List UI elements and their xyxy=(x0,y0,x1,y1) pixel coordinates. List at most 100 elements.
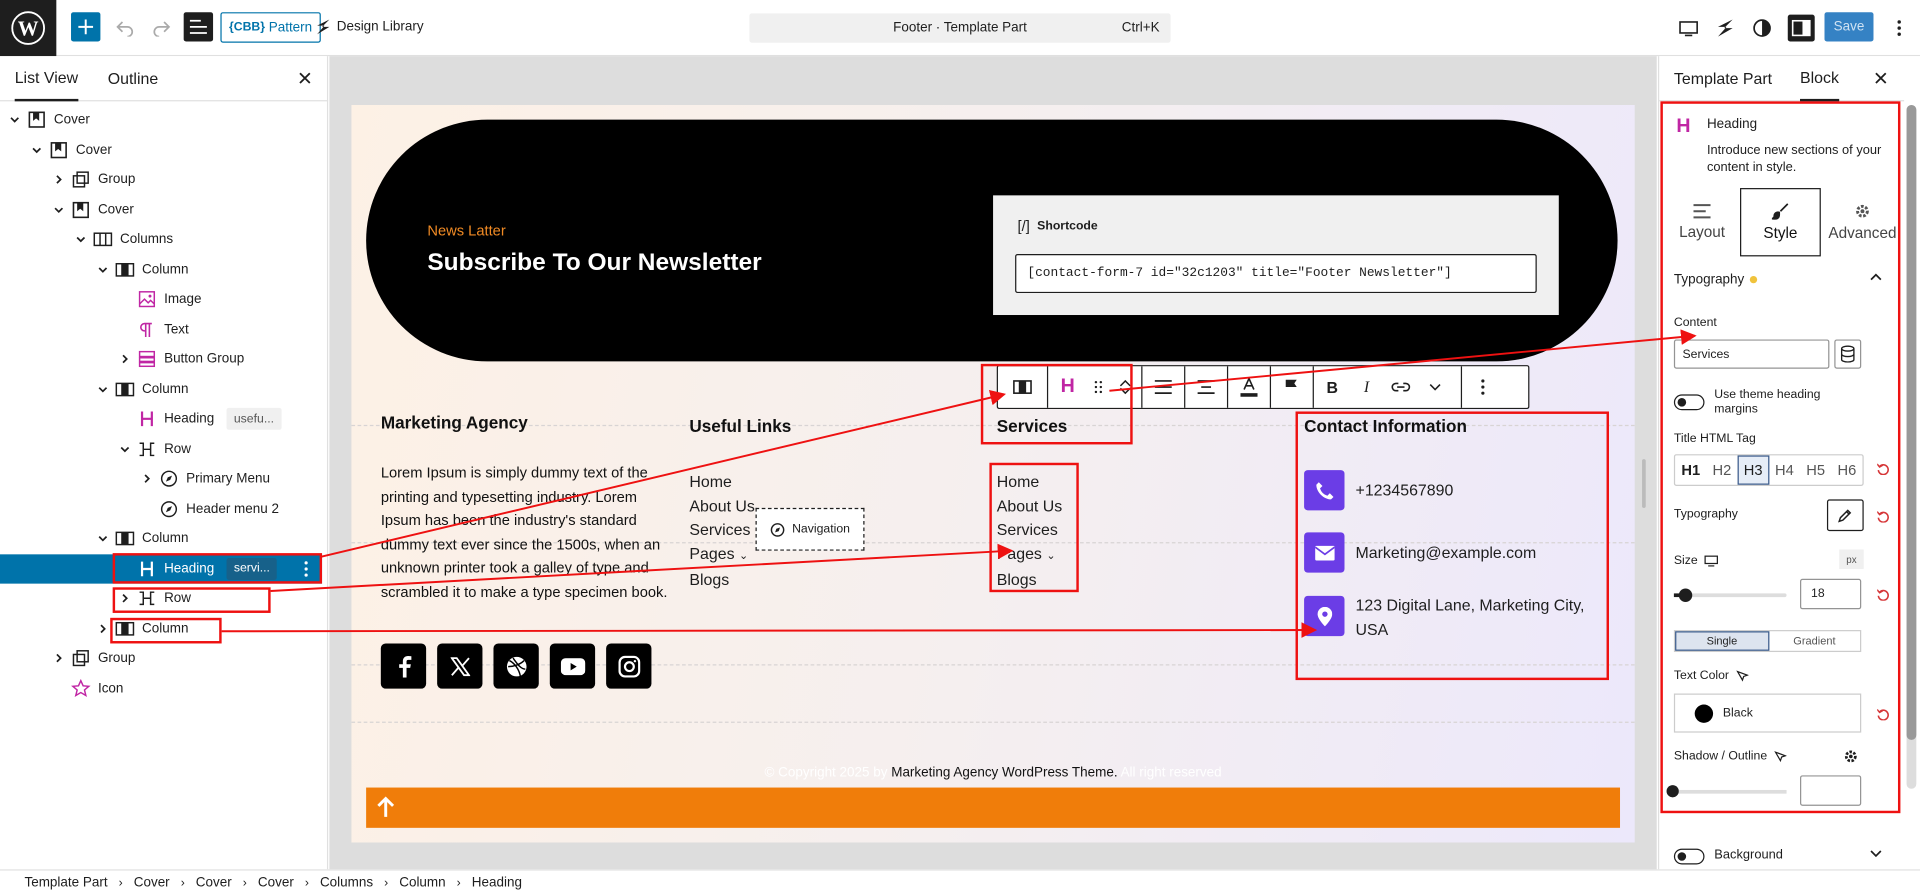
services-heading[interactable]: Services xyxy=(997,416,1068,436)
text-color-button[interactable] xyxy=(1228,366,1270,408)
settings-sidebar-button[interactable] xyxy=(1787,14,1815,42)
tree-item-row[interactable]: Row xyxy=(0,434,323,463)
arrow-up-icon[interactable] xyxy=(376,796,396,818)
close-settings-button[interactable] xyxy=(1871,68,1891,88)
parent-block-button[interactable] xyxy=(998,366,1047,408)
more-formats-button[interactable] xyxy=(1419,366,1451,408)
content-input[interactable]: Services xyxy=(1673,339,1830,369)
tree-item-columns[interactable]: Columns xyxy=(0,225,323,254)
styles-button[interactable] xyxy=(1749,15,1776,42)
size-unit[interactable]: px xyxy=(1839,549,1864,569)
tag-h4-button[interactable]: H4 xyxy=(1769,455,1800,484)
nav-link-pages[interactable]: Pages ⌄ xyxy=(689,542,754,568)
chevron-right-icon[interactable] xyxy=(140,471,155,486)
background-toggle[interactable] xyxy=(1673,848,1705,865)
chevron-right-icon[interactable] xyxy=(51,651,66,666)
redo-button[interactable] xyxy=(149,15,173,39)
tab-outline[interactable]: Outline xyxy=(108,56,158,101)
dynamic-content-button[interactable] xyxy=(1834,339,1862,369)
tab-template-part[interactable]: Template Part xyxy=(1674,56,1772,101)
add-block-button[interactable] xyxy=(71,12,101,42)
stackable-settings-button[interactable] xyxy=(1712,15,1739,42)
tree-item-button-group[interactable]: Button Group xyxy=(0,344,323,373)
tree-item-column[interactable]: Column xyxy=(0,374,323,403)
tree-item-group[interactable]: Group xyxy=(0,165,323,194)
tree-item-row[interactable]: Row xyxy=(0,584,323,613)
breadcrumb-item-column[interactable]: Column xyxy=(399,875,445,890)
youtube-icon[interactable] xyxy=(549,643,596,689)
breadcrumb-item-heading[interactable]: Heading xyxy=(472,875,522,890)
tree-item-column[interactable]: Column xyxy=(0,524,323,553)
undo-button[interactable] xyxy=(113,15,137,39)
newsletter-cover[interactable]: News Latter Subscribe To Our Newsletter … xyxy=(366,119,1618,362)
breadcrumb-item-columns[interactable]: Columns xyxy=(320,875,373,890)
drag-handle[interactable] xyxy=(1087,366,1109,408)
contact-email[interactable]: Marketing@example.com xyxy=(1304,532,1536,573)
size-slider-handle[interactable] xyxy=(1678,588,1693,602)
nav-link-home[interactable]: Home xyxy=(689,470,754,494)
newsletter-title[interactable]: Subscribe To Our Newsletter xyxy=(427,249,761,277)
chevron-down-icon[interactable] xyxy=(51,202,66,217)
tree-item-cover[interactable]: Cover xyxy=(0,195,323,224)
tag-h5-button[interactable]: H5 xyxy=(1800,455,1831,484)
tag-h3-button[interactable]: H3 xyxy=(1737,455,1769,485)
agency-text[interactable]: Lorem Ipsum is simply dummy text of the … xyxy=(381,462,677,606)
chevron-right-icon[interactable] xyxy=(118,591,133,606)
save-button[interactable]: Save xyxy=(1824,12,1874,42)
tag-h2-button[interactable]: H2 xyxy=(1706,455,1737,484)
breadcrumb-item-cover[interactable]: Cover xyxy=(134,875,170,890)
size-input[interactable]: 18 xyxy=(1800,578,1862,610)
tree-item-heading[interactable]: Heading servi... xyxy=(0,553,323,584)
breadcrumb-item-template-part[interactable]: Template Part xyxy=(24,875,107,890)
agency-heading[interactable]: Marketing Agency xyxy=(381,413,528,433)
hover-state-icon[interactable] xyxy=(1774,750,1787,762)
tab-list-view[interactable]: List View xyxy=(14,56,79,102)
reset-icon[interactable] xyxy=(1877,510,1889,523)
useful-links-heading[interactable]: Useful Links xyxy=(689,416,791,436)
shadow-slider-track[interactable] xyxy=(1673,789,1787,794)
tab-advanced[interactable]: Advanced xyxy=(1822,188,1903,256)
align-button[interactable] xyxy=(1142,366,1184,408)
chevron-down-icon[interactable] xyxy=(96,382,111,397)
x-icon[interactable] xyxy=(437,643,483,689)
nav-link-home[interactable]: Home xyxy=(997,470,1062,494)
footer-bottom-bar[interactable] xyxy=(366,787,1621,828)
facebook-icon[interactable] xyxy=(380,643,427,689)
tree-item-cover[interactable]: Cover xyxy=(0,135,323,164)
instagram-icon[interactable] xyxy=(606,643,652,689)
breadcrumb-item-cover[interactable]: Cover xyxy=(258,875,294,890)
chevron-down-icon[interactable] xyxy=(96,262,111,277)
nav-link-blogs[interactable]: Blogs xyxy=(997,568,1062,592)
chevron-down-icon[interactable] xyxy=(96,531,111,546)
tab-block[interactable]: Block xyxy=(1800,56,1839,102)
contact-heading[interactable]: Contact Information xyxy=(1304,416,1467,436)
reset-icon[interactable] xyxy=(1877,708,1889,721)
chevron-down-icon[interactable] xyxy=(29,142,44,157)
dribbble-icon[interactable] xyxy=(493,643,539,689)
chevron-down-icon[interactable] xyxy=(7,112,22,127)
tree-item-icon[interactable]: Icon xyxy=(0,673,323,702)
options-button[interactable] xyxy=(1886,15,1913,42)
flag-button[interactable] xyxy=(1271,366,1313,408)
tree-item-cover[interactable]: Cover xyxy=(0,105,323,134)
nav-link-about[interactable]: About Us xyxy=(689,494,754,518)
design-library-button[interactable]: Design Library xyxy=(316,12,424,41)
tree-item-group[interactable]: Group xyxy=(0,643,323,672)
gear-icon[interactable] xyxy=(1843,748,1859,764)
text-align-button[interactable] xyxy=(1185,366,1227,408)
nav-link-pages[interactable]: Pages ⌄ xyxy=(997,542,1062,568)
desktop-icon[interactable] xyxy=(1705,555,1719,567)
move-arrows-button[interactable] xyxy=(1109,366,1141,408)
chevron-right-icon[interactable] xyxy=(118,352,133,367)
hover-state-icon[interactable] xyxy=(1736,669,1749,682)
gradient-color-button[interactable]: Gradient xyxy=(1769,631,1860,651)
command-palette-bar[interactable]: Footer · Template Part Ctrl+K xyxy=(749,13,1171,43)
chevron-up-icon[interactable] xyxy=(1870,273,1882,281)
typography-edit-button[interactable] xyxy=(1826,499,1864,532)
breadcrumb-item-cover[interactable]: Cover xyxy=(196,875,232,890)
tab-layout[interactable]: Layout xyxy=(1662,188,1743,256)
tree-item-column[interactable]: Column xyxy=(0,255,323,284)
shortcode-input[interactable]: [contact-form-7 id="32c1203" title="Foot… xyxy=(1015,253,1537,294)
block-options-button[interactable] xyxy=(1462,366,1504,408)
canvas-scrollbar[interactable] xyxy=(1642,459,1646,508)
